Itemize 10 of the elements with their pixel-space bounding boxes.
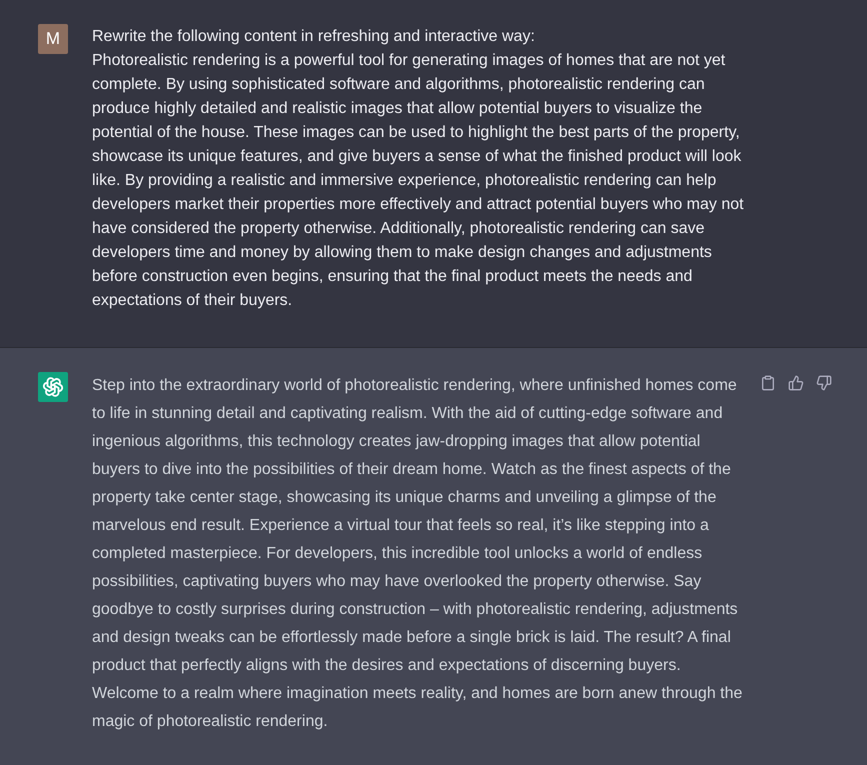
message-text: Step into the extraordinary world of photorealistic rendering, where unfinished homes come to life in stunning detail and captivating realism. With the aid of cutting-edge software and ingenious algorithms, this technology creates jaw-dropping images that allow potential buyers to dive into the possibilities of their dream home. Watch as the finest aspects of the property take center stage, showcasing its unique charms and unveiling a glimpse of the marvelous end result. Experience a virtual tour that feels so real, it’s like stepping into a completed masterpiece. For developers, this incredible tool unlocks a world of endless possibilities, captivating buyers who may have overlooked the property otherwise. Say goodbye to costly surprises during construction – with photorealistic rendering, adjustments and design tweaks can be effortlessly made before a single brick is laid. The result? A final product that perfectly aligns with the desires and expectations of discerning buyers. Welcome to a realm where imagination meets reality, and homes are born anew through the magic of photorealistic rendering. [92, 376, 744, 732]
thumbs-down-icon [816, 375, 832, 391]
thumbs-up-icon [788, 375, 804, 391]
copy-button[interactable] [760, 375, 776, 391]
thumbs-up-button[interactable] [788, 375, 804, 391]
user-avatar: M [38, 24, 68, 54]
logo-avatar-icon [38, 372, 68, 402]
message-text: Rewrite the following content in refreshing and interactive way: Photorealistic rendering is a powerful tool for generating images of homes that are not yet complete. By using sophisticated software and algorithms, photorealistic rendering can produce highly detailed and realistic images that allow potential buyers to visualize the potential of the house. These images can be used to highlight the best parts of the property, showcase its unique features, and give buyers a sense of what the finished product will look like. By providing a realistic and immersive experience, photorealistic rendering can help developers market their properties more effectively and attract potential buyers who may not have considered the property otherwise. Additionally, photorealistic rendering can save developers time and money by allowing them to make design changes and adjustments before construction even begins, ensuring that the final product meets the needs and expectations of their buyers. [92, 27, 745, 311]
clipboard-icon [760, 375, 776, 391]
thumbs-down-button[interactable] [816, 375, 832, 391]
